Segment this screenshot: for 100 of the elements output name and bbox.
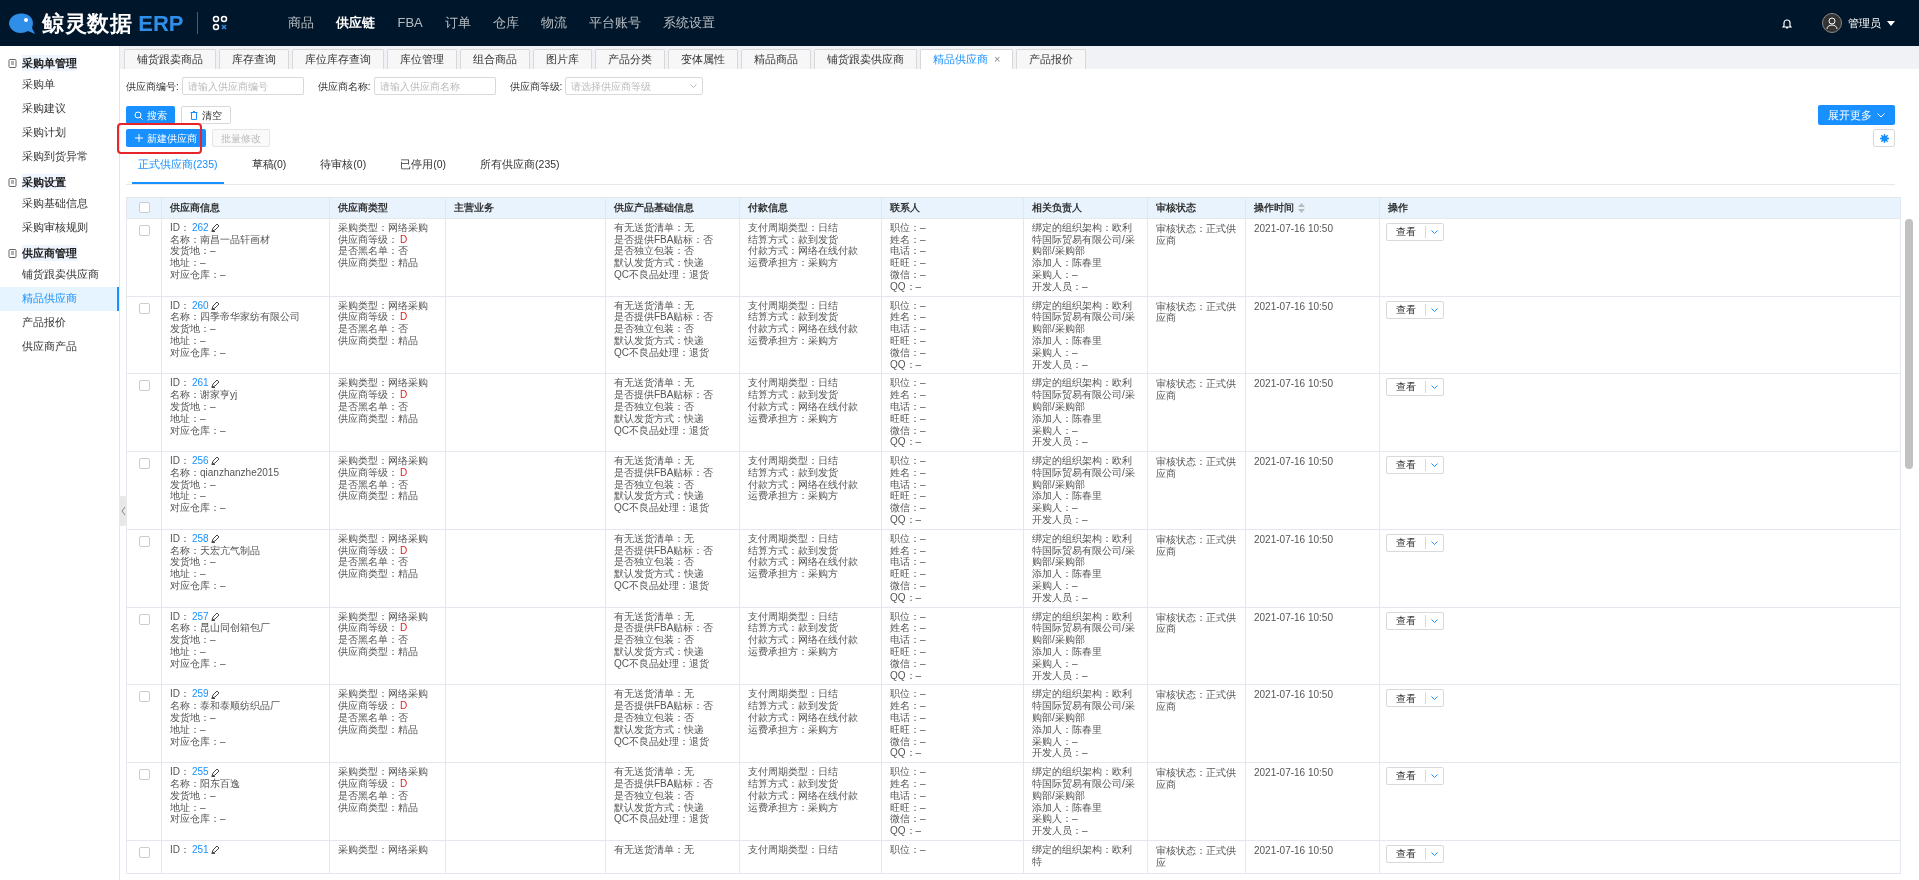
checkbox[interactable] [138,224,150,236]
nav-item[interactable]: 仓库 [492,13,519,33]
pencil-icon[interactable] [210,845,220,855]
grid-logo-icon[interactable] [212,15,229,31]
sidebar-item[interactable]: 铺货跟卖供应商 [0,263,119,287]
checkbox[interactable] [138,691,150,703]
view-button[interactable]: 查看 [1387,612,1425,629]
sidebar-item[interactable]: 采购计划 [0,121,119,145]
bell-icon[interactable] [1782,17,1792,29]
nav-item[interactable]: 系统设置 [662,13,715,33]
sidebar-item[interactable]: 采购基础信息 [0,192,119,216]
cell-text: 电话：– [890,634,927,647]
nav-item[interactable]: FBA [397,13,423,33]
close-icon[interactable]: × [994,51,1001,68]
tab[interactable]: 产品分类 [595,49,665,69]
chevron-down-icon[interactable] [1431,618,1438,623]
checkbox[interactable] [138,769,150,781]
status-tab[interactable]: 所有供应商(235) [474,155,566,184]
pencil-icon[interactable] [210,378,220,388]
tab[interactable]: 铺货跟卖供应商 [814,49,917,69]
sidebar-item[interactable]: 采购单 [0,73,119,97]
sidebar-item[interactable]: 采购建议 [0,97,119,121]
settings-button[interactable] [1873,129,1895,147]
view-button[interactable]: 查看 [1387,223,1425,240]
checkbox[interactable] [138,847,150,858]
collapse-handle[interactable] [119,496,127,526]
tab[interactable]: 产品报价 [1016,49,1087,69]
tab[interactable]: 组合商品 [460,49,530,69]
cell-label: ID： [170,221,190,234]
whale-logo-icon [6,10,36,36]
pencil-icon[interactable] [210,612,220,622]
view-button[interactable]: 查看 [1387,768,1425,785]
nav-item[interactable]: 订单 [444,13,471,33]
tab[interactable]: 精品商品 [741,49,811,69]
tab[interactable]: 变体属性 [668,49,738,69]
cell-label: 供应商等级： [338,700,398,713]
sidebar-group[interactable]: 采购设置 [22,173,66,191]
chevron-down-icon[interactable] [1431,696,1438,701]
sidebar-item[interactable]: 采购到货异常 [0,145,119,169]
checkbox[interactable] [138,302,150,314]
user-name[interactable]: 管理员 [1848,14,1881,32]
cell-text: 2021-07-16 10:50 [1254,767,1334,779]
view-button[interactable]: 查看 [1387,457,1425,474]
chevron-down-icon[interactable] [1431,229,1438,234]
caret-icon[interactable] [1887,20,1895,26]
checkbox[interactable] [138,202,150,214]
view-button[interactable]: 查看 [1387,379,1425,396]
cell-text: 供应商类型：精品 [338,412,419,425]
section-icon [8,248,17,258]
view-button[interactable]: 查看 [1387,301,1425,318]
input-field[interactable]: 请输入供应商编号 [181,77,304,95]
cell-text: 添加人：陈春里 [1032,801,1103,813]
pencil-icon[interactable] [210,456,220,466]
tab[interactable]: 图片库 [533,49,592,69]
sidebar-item[interactable]: 产品报价 [0,311,119,335]
sort-icon[interactable] [1298,202,1305,213]
checkbox[interactable] [138,380,150,392]
cell-text: 名称：南昌一品轩画材 [170,233,271,245]
nav-item[interactable]: 物流 [540,13,567,33]
checkbox[interactable] [138,613,150,625]
cell-label: ID： [170,844,190,856]
clear-button[interactable]: 清空 [181,106,231,124]
status-tab[interactable]: 已停用(0) [394,155,453,184]
chevron-down-icon[interactable] [1431,385,1438,390]
cell-text: 默认发货方式：快递 [614,412,705,425]
tab[interactable]: 铺货跟卖商品 [124,49,216,69]
avatar-icon[interactable] [1822,13,1842,33]
sidebar-group[interactable]: 采购单管理 [22,54,77,72]
sidebar-group[interactable]: 供应商管理 [22,244,77,262]
chevron-down-icon[interactable] [1431,774,1438,779]
pencil-icon[interactable] [210,767,220,777]
pencil-icon[interactable] [210,689,220,699]
status-tab[interactable]: 草稿(0) [245,155,293,184]
sidebar-item[interactable]: 采购审核规则 [0,216,119,240]
nav-item[interactable]: 平台账号 [588,13,641,33]
view-button[interactable]: 查看 [1387,534,1425,551]
tab[interactable]: 精品供应商 × [920,49,1014,69]
checkbox[interactable] [138,458,150,470]
tab[interactable]: 库位库存查询 [292,49,384,69]
section-icon [8,177,17,187]
view-button[interactable]: 查看 [1387,690,1425,707]
pencil-icon[interactable] [210,534,220,544]
chevron-down-icon[interactable] [1431,852,1438,856]
cell-text: 微信：– [890,657,927,670]
status-tab[interactable]: 待审核(0) [314,155,373,184]
tab[interactable]: 库位管理 [387,49,457,69]
chevron-down-icon[interactable] [1431,307,1438,312]
scrollbar[interactable] [1905,218,1913,469]
cell-text: 旺旺：– [890,257,927,269]
view-button[interactable]: 查看 [1387,846,1425,862]
chevron-down-icon[interactable] [1431,463,1438,468]
sidebar-item[interactable]: 供应商产品 [0,335,119,359]
checkbox[interactable] [138,535,150,547]
chevron-down-icon[interactable] [1431,540,1438,545]
nav-item[interactable]: 供应链 [336,13,376,33]
nav-item[interactable]: 商品 [288,13,315,33]
tab[interactable]: 库存查询 [219,49,289,69]
input-field[interactable]: 请输入供应商名称 [373,77,496,95]
pencil-icon[interactable] [210,300,220,310]
pencil-icon[interactable] [210,223,220,233]
